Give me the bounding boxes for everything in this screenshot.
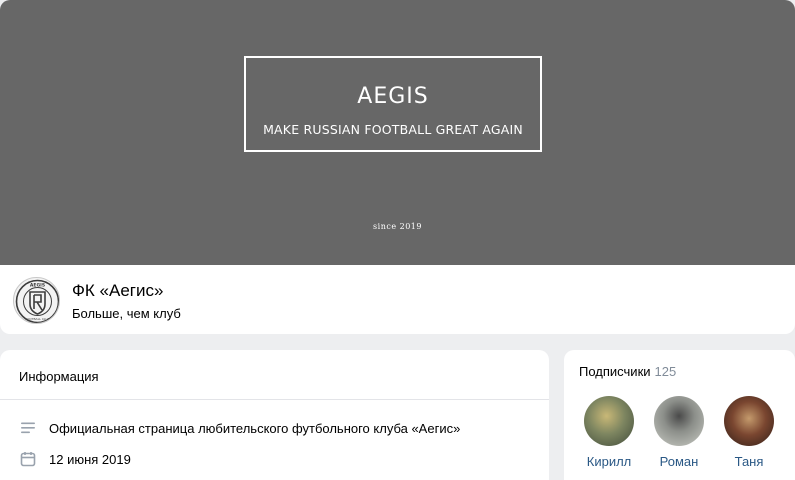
info-description-row: Официальная страница любительского футбо… — [19, 418, 460, 438]
subscriber-name: Роман — [659, 454, 699, 469]
info-date-row: 12 июня 2019 — [19, 449, 131, 469]
subscribers-count: 125 — [654, 364, 677, 379]
avatar — [654, 396, 704, 446]
cover-since: since 2019 — [373, 222, 422, 231]
profile-header: AEGIS FOOTBALL CLUB ФК «Аегис» Больше, ч… — [0, 265, 795, 334]
cover-title: AEGIS — [357, 84, 429, 109]
calendar-icon — [19, 450, 37, 468]
divider — [0, 399, 549, 400]
avatar — [584, 396, 634, 446]
info-description: Официальная страница любительского футбо… — [49, 420, 461, 436]
page-status: Больше, чем клуб — [72, 306, 181, 321]
logo-text-top: AEGIS — [30, 283, 45, 289]
info-date: 12 июня 2019 — [49, 451, 131, 467]
subscribers-title: Подписчики — [579, 364, 651, 379]
club-logo-icon: AEGIS FOOTBALL CLUB — [15, 279, 59, 323]
subscribers-card: Подписчики 125 Кирилл Роман Таня — [564, 350, 795, 480]
subscriber-item[interactable]: Таня — [714, 396, 784, 469]
info-card: Информация Официальная страница любитель… — [0, 350, 549, 480]
logo-text-bottom: FOOTBALL CLUB — [25, 317, 50, 321]
subscribers-header[interactable]: Подписчики 125 — [579, 364, 676, 379]
cover-banner[interactable]: AEGIS MAKE RUSSIAN FOOTBALL GREAT AGAIN … — [0, 0, 795, 265]
subscriber-item[interactable]: Кирилл — [574, 396, 644, 469]
cover-subtitle: MAKE RUSSIAN FOOTBALL GREAT AGAIN — [263, 122, 523, 137]
avatar — [724, 396, 774, 446]
subscriber-name: Таня — [734, 454, 764, 469]
cover-title-frame: AEGIS MAKE RUSSIAN FOOTBALL GREAT AGAIN — [244, 56, 542, 152]
info-title: Информация — [19, 369, 99, 384]
subscriber-name: Кирилл — [586, 454, 632, 469]
subscriber-item[interactable]: Роман — [644, 396, 714, 469]
club-avatar[interactable]: AEGIS FOOTBALL CLUB — [13, 277, 60, 324]
page-title: ФК «Аегис» — [72, 281, 164, 300]
list-icon — [19, 419, 37, 437]
